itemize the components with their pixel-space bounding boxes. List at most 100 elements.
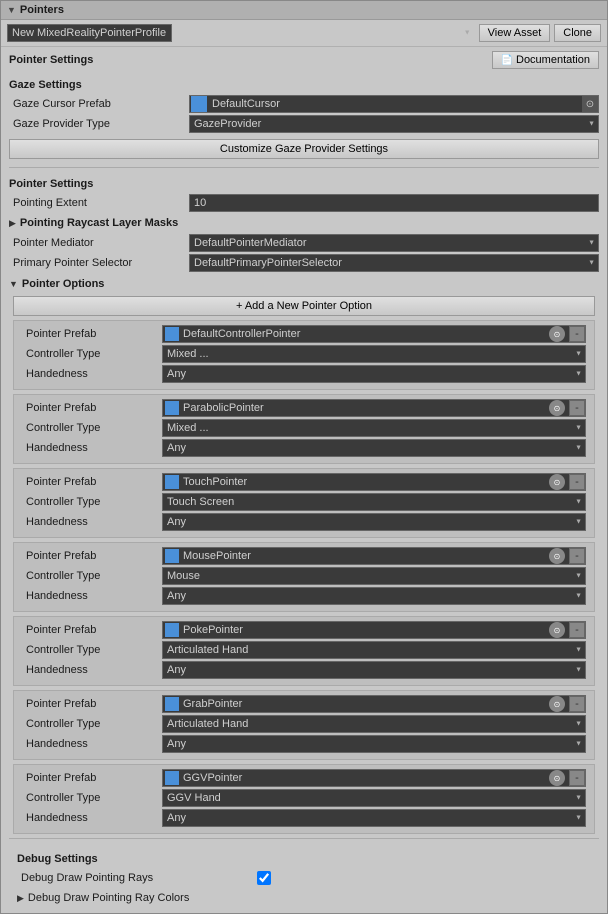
gaze-cursor-select-btn[interactable]: ⊙ xyxy=(582,96,598,112)
customize-gaze-btn[interactable]: Customize Gaze Provider Settings xyxy=(9,139,599,159)
handedness-select-0[interactable]: Any xyxy=(162,365,586,383)
prefab-circle-btn-1[interactable]: ⊙ xyxy=(549,400,565,416)
gaze-cursor-label: Gaze Cursor Prefab xyxy=(9,98,189,110)
controller-type-select-3[interactable]: Mouse xyxy=(162,567,586,585)
controller-type-wrap-5: Articulated Hand xyxy=(162,715,586,733)
pointer-option-group-4: Pointer Prefab PokePointer ⊙ - Controlle… xyxy=(13,616,595,686)
controller-type-wrap-1: Mixed ... xyxy=(162,419,586,437)
prefab-row-0: Pointer Prefab DefaultControllerPointer … xyxy=(22,325,586,343)
controller-type-wrap-4: Articulated Hand xyxy=(162,641,586,659)
panel-collapse-arrow[interactable]: ▼ xyxy=(7,5,16,15)
pointing-raycast-row[interactable]: ▶ Pointing Raycast Layer Masks xyxy=(9,214,599,232)
prefab-circle-btn-0[interactable]: ⊙ xyxy=(549,326,565,342)
prefab-row-4: Pointer Prefab PokePointer ⊙ - xyxy=(22,621,586,639)
prefab-minus-btn-1[interactable]: - xyxy=(569,400,585,416)
prefab-name-0: DefaultControllerPointer xyxy=(181,328,547,340)
prefab-minus-btn-3[interactable]: - xyxy=(569,548,585,564)
handedness-select-6[interactable]: Any xyxy=(162,809,586,827)
pointing-raycast-arrow: ▶ xyxy=(9,218,16,229)
pointing-extent-value xyxy=(189,194,599,212)
controller-type-select-6[interactable]: GGV Hand xyxy=(162,789,586,807)
handedness-row-5: Handedness Any xyxy=(22,735,586,753)
prefab-circle-btn-4[interactable]: ⊙ xyxy=(549,622,565,638)
view-asset-button[interactable]: View Asset xyxy=(479,24,551,42)
prefab-minus-btn-6[interactable]: - xyxy=(569,770,585,786)
prefab-name-3: MousePointer xyxy=(181,550,547,562)
controller-type-row-5: Controller Type Articulated Hand xyxy=(22,715,586,733)
handedness-select-3[interactable]: Any xyxy=(162,587,586,605)
prefab-field-6: GGVPointer ⊙ - xyxy=(162,769,586,787)
prefab-row-1: Pointer Prefab ParabolicPointer ⊙ - xyxy=(22,399,586,417)
primary-pointer-selector-select[interactable]: DefaultPrimaryPointerSelector xyxy=(189,254,599,272)
pointing-extent-input[interactable] xyxy=(189,194,599,212)
handedness-select-5[interactable]: Any xyxy=(162,735,586,753)
controller-type-label-2: Controller Type xyxy=(22,496,162,508)
panel-header: ▼ Pointers xyxy=(1,1,607,20)
pointing-extent-row: Pointing Extent xyxy=(9,194,599,212)
prefab-field-4: PokePointer ⊙ - xyxy=(162,621,586,639)
prefab-name-6: GGVPointer xyxy=(181,772,547,784)
debug-settings-section: Debug Settings Debug Draw Pointing Rays … xyxy=(9,843,599,913)
controller-type-select-0[interactable]: Mixed ... xyxy=(162,345,586,363)
handedness-select-2[interactable]: Any xyxy=(162,513,586,531)
gaze-provider-value: GazeProvider xyxy=(189,115,599,133)
debug-draw-pointing-rays-checkbox[interactable] xyxy=(257,871,271,885)
gaze-provider-label: Gaze Provider Type xyxy=(9,118,189,130)
prefab-name-1: ParabolicPointer xyxy=(181,402,547,414)
prefab-label-1: Pointer Prefab xyxy=(22,402,162,414)
pointer-option-group-3: Pointer Prefab MousePointer ⊙ - Controll… xyxy=(13,542,595,612)
pointer-options-arrow: ▼ xyxy=(9,279,18,289)
prefab-minus-btn-4[interactable]: - xyxy=(569,622,585,638)
clone-button[interactable]: Clone xyxy=(554,24,601,42)
handedness-select-4[interactable]: Any xyxy=(162,661,586,679)
debug-draw-pointing-rays-row: Debug Draw Pointing Rays xyxy=(17,869,591,887)
prefab-circle-btn-6[interactable]: ⊙ xyxy=(549,770,565,786)
prefab-icon-3 xyxy=(165,549,179,563)
profile-select-wrap: New MixedRealityPointerProfile xyxy=(7,24,475,42)
controller-type-select-2[interactable]: Touch Screen xyxy=(162,493,586,511)
gaze-provider-select[interactable]: GazeProvider xyxy=(189,115,599,133)
controller-type-wrap-0: Mixed ... xyxy=(162,345,586,363)
handedness-label-4: Handedness xyxy=(22,664,162,676)
debug-draw-ray-colors-label: Debug Draw Pointing Ray Colors xyxy=(28,892,189,904)
prefab-circle-btn-3[interactable]: ⊙ xyxy=(549,548,565,564)
pointer-option-group-6: Pointer Prefab GGVPointer ⊙ - Controller… xyxy=(13,764,595,834)
pointing-extent-label: Pointing Extent xyxy=(9,197,189,209)
controller-type-wrap-6: GGV Hand xyxy=(162,789,586,807)
controller-type-row-0: Controller Type Mixed ... xyxy=(22,345,586,363)
prefab-label-3: Pointer Prefab xyxy=(22,550,162,562)
prefab-row-2: Pointer Prefab TouchPointer ⊙ - xyxy=(22,473,586,491)
prefab-name-5: GrabPointer xyxy=(181,698,547,710)
gaze-cursor-row: Gaze Cursor Prefab DefaultCursor ⊙ xyxy=(9,95,599,113)
pointer-settings-header: Pointer Settings 📄 Documentation xyxy=(1,47,607,73)
prefab-icon-0 xyxy=(165,327,179,341)
prefab-minus-btn-5[interactable]: - xyxy=(569,696,585,712)
profile-select[interactable]: New MixedRealityPointerProfile xyxy=(7,24,172,42)
divider-1 xyxy=(9,167,599,168)
panel-title: Pointers xyxy=(20,4,64,16)
handedness-select-1[interactable]: Any xyxy=(162,439,586,457)
controller-type-label-6: Controller Type xyxy=(22,792,162,804)
controller-type-row-6: Controller Type GGV Hand xyxy=(22,789,586,807)
prefab-circle-btn-2[interactable]: ⊙ xyxy=(549,474,565,490)
documentation-button[interactable]: 📄 Documentation xyxy=(492,51,599,69)
pointer-options-list: Pointer Prefab DefaultControllerPointer … xyxy=(13,320,595,834)
add-pointer-option-btn[interactable]: + Add a New Pointer Option xyxy=(13,296,595,316)
prefab-field-3: MousePointer ⊙ - xyxy=(162,547,586,565)
prefab-circle-btn-5[interactable]: ⊙ xyxy=(549,696,565,712)
divider-2 xyxy=(9,838,599,839)
pointer-option-group-5: Pointer Prefab GrabPointer ⊙ - Controlle… xyxy=(13,690,595,760)
prefab-minus-btn-0[interactable]: - xyxy=(569,326,585,342)
pointer-options-foldout[interactable]: ▼ Pointer Options xyxy=(9,276,599,292)
prefab-field-5: GrabPointer ⊙ - xyxy=(162,695,586,713)
debug-draw-ray-colors-row[interactable]: ▶ Debug Draw Pointing Ray Colors xyxy=(17,889,591,907)
controller-type-select-4[interactable]: Articulated Hand xyxy=(162,641,586,659)
pointer-mediator-select[interactable]: DefaultPointerMediator xyxy=(189,234,599,252)
controller-type-select-5[interactable]: Articulated Hand xyxy=(162,715,586,733)
debug-draw-ray-colors-arrow: ▶ xyxy=(17,893,24,904)
controller-type-select-1[interactable]: Mixed ... xyxy=(162,419,586,437)
gaze-cursor-field: DefaultCursor ⊙ xyxy=(189,95,599,113)
prefab-minus-btn-2[interactable]: - xyxy=(569,474,585,490)
gaze-settings-title: Gaze Settings xyxy=(9,73,599,95)
handedness-wrap-5: Any xyxy=(162,735,586,753)
